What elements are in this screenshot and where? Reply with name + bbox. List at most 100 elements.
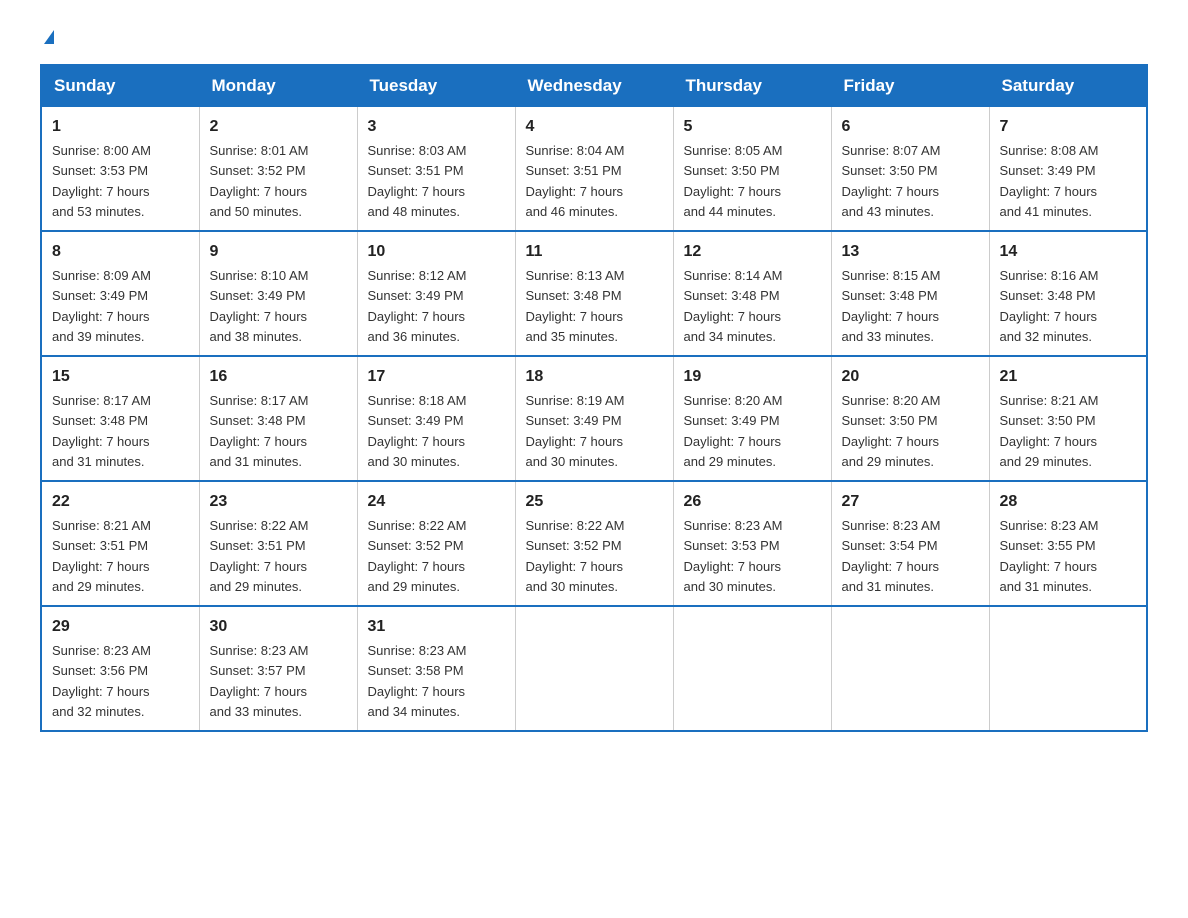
- day-number: 8: [52, 240, 189, 264]
- column-header-monday: Monday: [199, 65, 357, 107]
- day-info: Sunrise: 8:16 AMSunset: 3:48 PMDaylight:…: [1000, 268, 1099, 344]
- day-number: 18: [526, 365, 663, 389]
- logo-triangle-icon: [44, 30, 54, 44]
- day-info: Sunrise: 8:10 AMSunset: 3:49 PMDaylight:…: [210, 268, 309, 344]
- calendar-day-1: 1 Sunrise: 8:00 AMSunset: 3:53 PMDayligh…: [41, 107, 199, 232]
- column-header-wednesday: Wednesday: [515, 65, 673, 107]
- day-info: Sunrise: 8:23 AMSunset: 3:56 PMDaylight:…: [52, 643, 151, 719]
- calendar-day-8: 8 Sunrise: 8:09 AMSunset: 3:49 PMDayligh…: [41, 231, 199, 356]
- calendar-day-30: 30 Sunrise: 8:23 AMSunset: 3:57 PMDaylig…: [199, 606, 357, 731]
- day-number: 21: [1000, 365, 1137, 389]
- calendar-day-29: 29 Sunrise: 8:23 AMSunset: 3:56 PMDaylig…: [41, 606, 199, 731]
- day-number: 16: [210, 365, 347, 389]
- day-info: Sunrise: 8:00 AMSunset: 3:53 PMDaylight:…: [52, 143, 151, 219]
- page-header: [40, 30, 1148, 44]
- day-number: 20: [842, 365, 979, 389]
- calendar-day-23: 23 Sunrise: 8:22 AMSunset: 3:51 PMDaylig…: [199, 481, 357, 606]
- day-info: Sunrise: 8:22 AMSunset: 3:51 PMDaylight:…: [210, 518, 309, 594]
- calendar-week-row: 15 Sunrise: 8:17 AMSunset: 3:48 PMDaylig…: [41, 356, 1147, 481]
- calendar-day-15: 15 Sunrise: 8:17 AMSunset: 3:48 PMDaylig…: [41, 356, 199, 481]
- day-number: 5: [684, 115, 821, 139]
- day-number: 19: [684, 365, 821, 389]
- day-info: Sunrise: 8:23 AMSunset: 3:55 PMDaylight:…: [1000, 518, 1099, 594]
- day-number: 27: [842, 490, 979, 514]
- calendar-day-3: 3 Sunrise: 8:03 AMSunset: 3:51 PMDayligh…: [357, 107, 515, 232]
- calendar-day-19: 19 Sunrise: 8:20 AMSunset: 3:49 PMDaylig…: [673, 356, 831, 481]
- day-number: 14: [1000, 240, 1137, 264]
- calendar-day-5: 5 Sunrise: 8:05 AMSunset: 3:50 PMDayligh…: [673, 107, 831, 232]
- day-info: Sunrise: 8:23 AMSunset: 3:53 PMDaylight:…: [684, 518, 783, 594]
- calendar-empty: [989, 606, 1147, 731]
- calendar-day-12: 12 Sunrise: 8:14 AMSunset: 3:48 PMDaylig…: [673, 231, 831, 356]
- calendar-week-row: 22 Sunrise: 8:21 AMSunset: 3:51 PMDaylig…: [41, 481, 1147, 606]
- calendar-day-26: 26 Sunrise: 8:23 AMSunset: 3:53 PMDaylig…: [673, 481, 831, 606]
- day-number: 22: [52, 490, 189, 514]
- calendar-day-16: 16 Sunrise: 8:17 AMSunset: 3:48 PMDaylig…: [199, 356, 357, 481]
- day-info: Sunrise: 8:03 AMSunset: 3:51 PMDaylight:…: [368, 143, 467, 219]
- day-number: 12: [684, 240, 821, 264]
- day-number: 10: [368, 240, 505, 264]
- day-info: Sunrise: 8:07 AMSunset: 3:50 PMDaylight:…: [842, 143, 941, 219]
- calendar-day-11: 11 Sunrise: 8:13 AMSunset: 3:48 PMDaylig…: [515, 231, 673, 356]
- day-info: Sunrise: 8:15 AMSunset: 3:48 PMDaylight:…: [842, 268, 941, 344]
- calendar-day-10: 10 Sunrise: 8:12 AMSunset: 3:49 PMDaylig…: [357, 231, 515, 356]
- calendar-week-row: 29 Sunrise: 8:23 AMSunset: 3:56 PMDaylig…: [41, 606, 1147, 731]
- day-number: 3: [368, 115, 505, 139]
- calendar-day-27: 27 Sunrise: 8:23 AMSunset: 3:54 PMDaylig…: [831, 481, 989, 606]
- calendar-table: SundayMondayTuesdayWednesdayThursdayFrid…: [40, 64, 1148, 732]
- calendar-week-row: 8 Sunrise: 8:09 AMSunset: 3:49 PMDayligh…: [41, 231, 1147, 356]
- day-number: 30: [210, 615, 347, 639]
- calendar-day-25: 25 Sunrise: 8:22 AMSunset: 3:52 PMDaylig…: [515, 481, 673, 606]
- day-number: 9: [210, 240, 347, 264]
- calendar-day-6: 6 Sunrise: 8:07 AMSunset: 3:50 PMDayligh…: [831, 107, 989, 232]
- calendar-day-21: 21 Sunrise: 8:21 AMSunset: 3:50 PMDaylig…: [989, 356, 1147, 481]
- day-info: Sunrise: 8:22 AMSunset: 3:52 PMDaylight:…: [368, 518, 467, 594]
- day-info: Sunrise: 8:18 AMSunset: 3:49 PMDaylight:…: [368, 393, 467, 469]
- day-number: 11: [526, 240, 663, 264]
- calendar-empty: [831, 606, 989, 731]
- day-info: Sunrise: 8:23 AMSunset: 3:54 PMDaylight:…: [842, 518, 941, 594]
- calendar-empty: [673, 606, 831, 731]
- column-header-sunday: Sunday: [41, 65, 199, 107]
- day-info: Sunrise: 8:23 AMSunset: 3:57 PMDaylight:…: [210, 643, 309, 719]
- calendar-header-row: SundayMondayTuesdayWednesdayThursdayFrid…: [41, 65, 1147, 107]
- day-info: Sunrise: 8:01 AMSunset: 3:52 PMDaylight:…: [210, 143, 309, 219]
- calendar-day-2: 2 Sunrise: 8:01 AMSunset: 3:52 PMDayligh…: [199, 107, 357, 232]
- calendar-day-31: 31 Sunrise: 8:23 AMSunset: 3:58 PMDaylig…: [357, 606, 515, 731]
- day-number: 4: [526, 115, 663, 139]
- day-number: 28: [1000, 490, 1137, 514]
- day-info: Sunrise: 8:21 AMSunset: 3:50 PMDaylight:…: [1000, 393, 1099, 469]
- day-number: 31: [368, 615, 505, 639]
- calendar-day-18: 18 Sunrise: 8:19 AMSunset: 3:49 PMDaylig…: [515, 356, 673, 481]
- calendar-day-9: 9 Sunrise: 8:10 AMSunset: 3:49 PMDayligh…: [199, 231, 357, 356]
- day-number: 6: [842, 115, 979, 139]
- day-number: 24: [368, 490, 505, 514]
- day-info: Sunrise: 8:23 AMSunset: 3:58 PMDaylight:…: [368, 643, 467, 719]
- column-header-tuesday: Tuesday: [357, 65, 515, 107]
- calendar-day-13: 13 Sunrise: 8:15 AMSunset: 3:48 PMDaylig…: [831, 231, 989, 356]
- calendar-day-14: 14 Sunrise: 8:16 AMSunset: 3:48 PMDaylig…: [989, 231, 1147, 356]
- day-number: 15: [52, 365, 189, 389]
- day-info: Sunrise: 8:05 AMSunset: 3:50 PMDaylight:…: [684, 143, 783, 219]
- column-header-friday: Friday: [831, 65, 989, 107]
- calendar-day-24: 24 Sunrise: 8:22 AMSunset: 3:52 PMDaylig…: [357, 481, 515, 606]
- calendar-day-4: 4 Sunrise: 8:04 AMSunset: 3:51 PMDayligh…: [515, 107, 673, 232]
- calendar-day-17: 17 Sunrise: 8:18 AMSunset: 3:49 PMDaylig…: [357, 356, 515, 481]
- day-info: Sunrise: 8:22 AMSunset: 3:52 PMDaylight:…: [526, 518, 625, 594]
- calendar-day-20: 20 Sunrise: 8:20 AMSunset: 3:50 PMDaylig…: [831, 356, 989, 481]
- calendar-day-22: 22 Sunrise: 8:21 AMSunset: 3:51 PMDaylig…: [41, 481, 199, 606]
- day-number: 23: [210, 490, 347, 514]
- calendar-day-28: 28 Sunrise: 8:23 AMSunset: 3:55 PMDaylig…: [989, 481, 1147, 606]
- day-info: Sunrise: 8:09 AMSunset: 3:49 PMDaylight:…: [52, 268, 151, 344]
- day-info: Sunrise: 8:04 AMSunset: 3:51 PMDaylight:…: [526, 143, 625, 219]
- day-number: 29: [52, 615, 189, 639]
- column-header-thursday: Thursday: [673, 65, 831, 107]
- day-info: Sunrise: 8:13 AMSunset: 3:48 PMDaylight:…: [526, 268, 625, 344]
- day-info: Sunrise: 8:19 AMSunset: 3:49 PMDaylight:…: [526, 393, 625, 469]
- day-info: Sunrise: 8:17 AMSunset: 3:48 PMDaylight:…: [210, 393, 309, 469]
- day-number: 1: [52, 115, 189, 139]
- day-number: 26: [684, 490, 821, 514]
- calendar-day-7: 7 Sunrise: 8:08 AMSunset: 3:49 PMDayligh…: [989, 107, 1147, 232]
- day-number: 7: [1000, 115, 1137, 139]
- day-number: 25: [526, 490, 663, 514]
